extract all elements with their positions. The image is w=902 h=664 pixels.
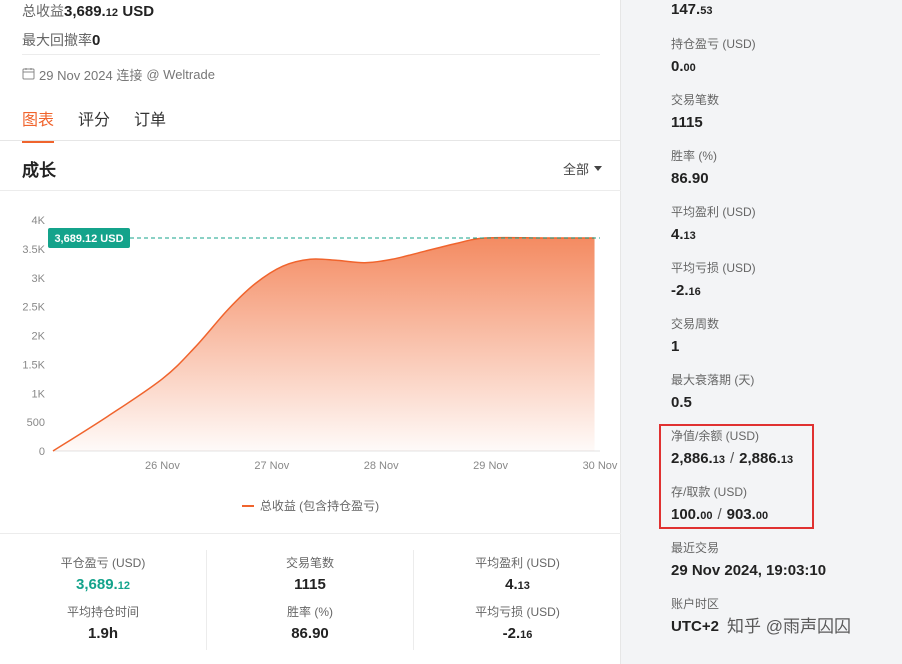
tab-rating[interactable]: 评分 — [78, 106, 110, 130]
avg-loss-item: 平均亏损 (USD) -2.16 — [671, 261, 756, 299]
open-pl-item: 持仓盈亏 (USD) 0.00 — [671, 37, 756, 75]
y-tick-label: 3K — [32, 273, 46, 285]
caret-down-icon — [594, 166, 603, 171]
x-tick-label: 27 Nov — [254, 460, 289, 472]
top-value: 147.53 — [671, 1, 713, 18]
avg-profit-item: 平均盈利 (USD) 4.13 — [671, 205, 756, 243]
stat-label: 平仓盈亏 (USD) — [60, 556, 146, 570]
period-filter-label: 全部 — [563, 162, 590, 177]
stat-label: 平均盈利 (USD) — [475, 556, 560, 570]
last-trade-item: 最近交易 29 Nov 2024, 19:03:10 — [671, 541, 827, 579]
chart-legend[interactable]: 总收益 (包含持仓盈亏) — [0, 497, 621, 514]
stat-value: 4.13 — [505, 576, 530, 593]
stats-column-1: 平仓盈亏 (USD) 3,689.12 平均持仓时间 1.9h — [0, 550, 207, 650]
stat-label: 交易笔数 — [285, 556, 334, 570]
stat-value: -2.16 — [502, 625, 533, 642]
timezone-item: 账户时区 UTC+2 — [671, 597, 720, 635]
stat-value: 3,689.12 — [76, 576, 130, 593]
stat-value: 1115 — [294, 576, 326, 593]
total-profit-decimal: 12 — [105, 7, 118, 19]
highlight-box — [659, 424, 814, 529]
right-panel: 147.53 持仓盈亏 (USD) 0.00 交易笔数 1115 胜率 (%) … — [651, 0, 902, 664]
trading-weeks-item: 交易周数 1 — [671, 317, 720, 355]
max-drawdown-value: 0 — [92, 32, 101, 49]
total-profit-label: 总收益 — [22, 3, 64, 19]
total-profit-value: 3,689. — [64, 3, 106, 20]
y-tick-label: 0 — [39, 446, 45, 458]
stat-value: 1.9h — [87, 625, 118, 642]
y-tick-label: 4K — [32, 215, 46, 227]
win-rate-item: 胜率 (%) 86.90 — [671, 149, 717, 187]
stats-column-2: 交易笔数 1115 胜率 (%) 86.90 — [207, 550, 414, 650]
y-tick-label: 1.5K — [22, 359, 45, 371]
total-profit-row: 总收益3,689.12 USD — [22, 1, 154, 21]
chart-divider — [0, 190, 621, 191]
stat-label: 胜率 (%) — [287, 605, 333, 619]
tab-bar: 图表 评分 订单 — [22, 106, 166, 143]
growth-title: 成长 — [22, 161, 56, 180]
legend-label: 总收益 (包含持仓盈亏) — [259, 499, 380, 513]
trades-count-item: 交易笔数 1115 — [671, 93, 720, 131]
calendar-icon — [22, 67, 35, 83]
last-value-label: 3,689.12 USD — [54, 233, 123, 245]
connected-date: 29 Nov 2024 连接 — [39, 68, 143, 83]
x-tick-label: 29 Nov — [473, 460, 508, 472]
stats-column-3: 平均盈利 (USD) 4.13 平均亏损 (USD) -2.16 — [414, 550, 621, 650]
connection-info: 29 Nov 2024 连接 @ Weltrade — [22, 65, 215, 84]
stat-value: 86.90 — [291, 625, 329, 642]
max-drawdown-label: 最大回撤率 — [22, 32, 92, 48]
max-drawdown-days-item: 最大衰落期 (天) 0.5 — [671, 373, 755, 411]
watermark: 知乎 @雨声囚囚 — [727, 617, 851, 636]
x-tick-label: 26 Nov — [145, 460, 180, 472]
tab-divider — [0, 140, 621, 141]
x-tick-label: 30 Nov — [583, 460, 618, 472]
y-tick-label: 3.5K — [22, 244, 45, 256]
y-tick-label: 2.5K — [22, 302, 45, 314]
y-tick-label: 2K — [32, 331, 46, 343]
divider — [22, 54, 600, 55]
series-area — [53, 237, 595, 451]
tab-chart[interactable]: 图表 — [22, 106, 55, 143]
y-tick-label: 1K — [32, 388, 46, 400]
tab-orders[interactable]: 订单 — [134, 106, 166, 130]
total-profit-unit: USD — [122, 3, 155, 20]
legend-swatch — [241, 504, 254, 507]
stat-label: 平均持仓时间 — [66, 605, 139, 619]
stat-label: 平均亏损 (USD) — [475, 605, 560, 619]
x-tick-label: 28 Nov — [364, 460, 399, 472]
growth-chart: 0 500 1K 1.5K 2K 2.5K 3K 3.5K 4K 26 Nov 27 Nov 28 N… — [22, 215, 618, 472]
broker-name[interactable]: @ Weltrade — [146, 67, 215, 82]
left-card: 总收益3,689.12 USD 最大回撤率0 29 Nov 2024 连接 @ … — [0, 0, 621, 664]
stats-grid: 平仓盈亏 (USD) 3,689.12 平均持仓时间 1.9h 交易笔数 111… — [0, 550, 621, 650]
y-tick-label: 500 — [27, 417, 45, 429]
period-filter-dropdown[interactable]: 全部 — [563, 159, 603, 178]
max-drawdown-row: 最大回撤率0 — [22, 30, 100, 50]
stats-divider — [0, 533, 621, 534]
